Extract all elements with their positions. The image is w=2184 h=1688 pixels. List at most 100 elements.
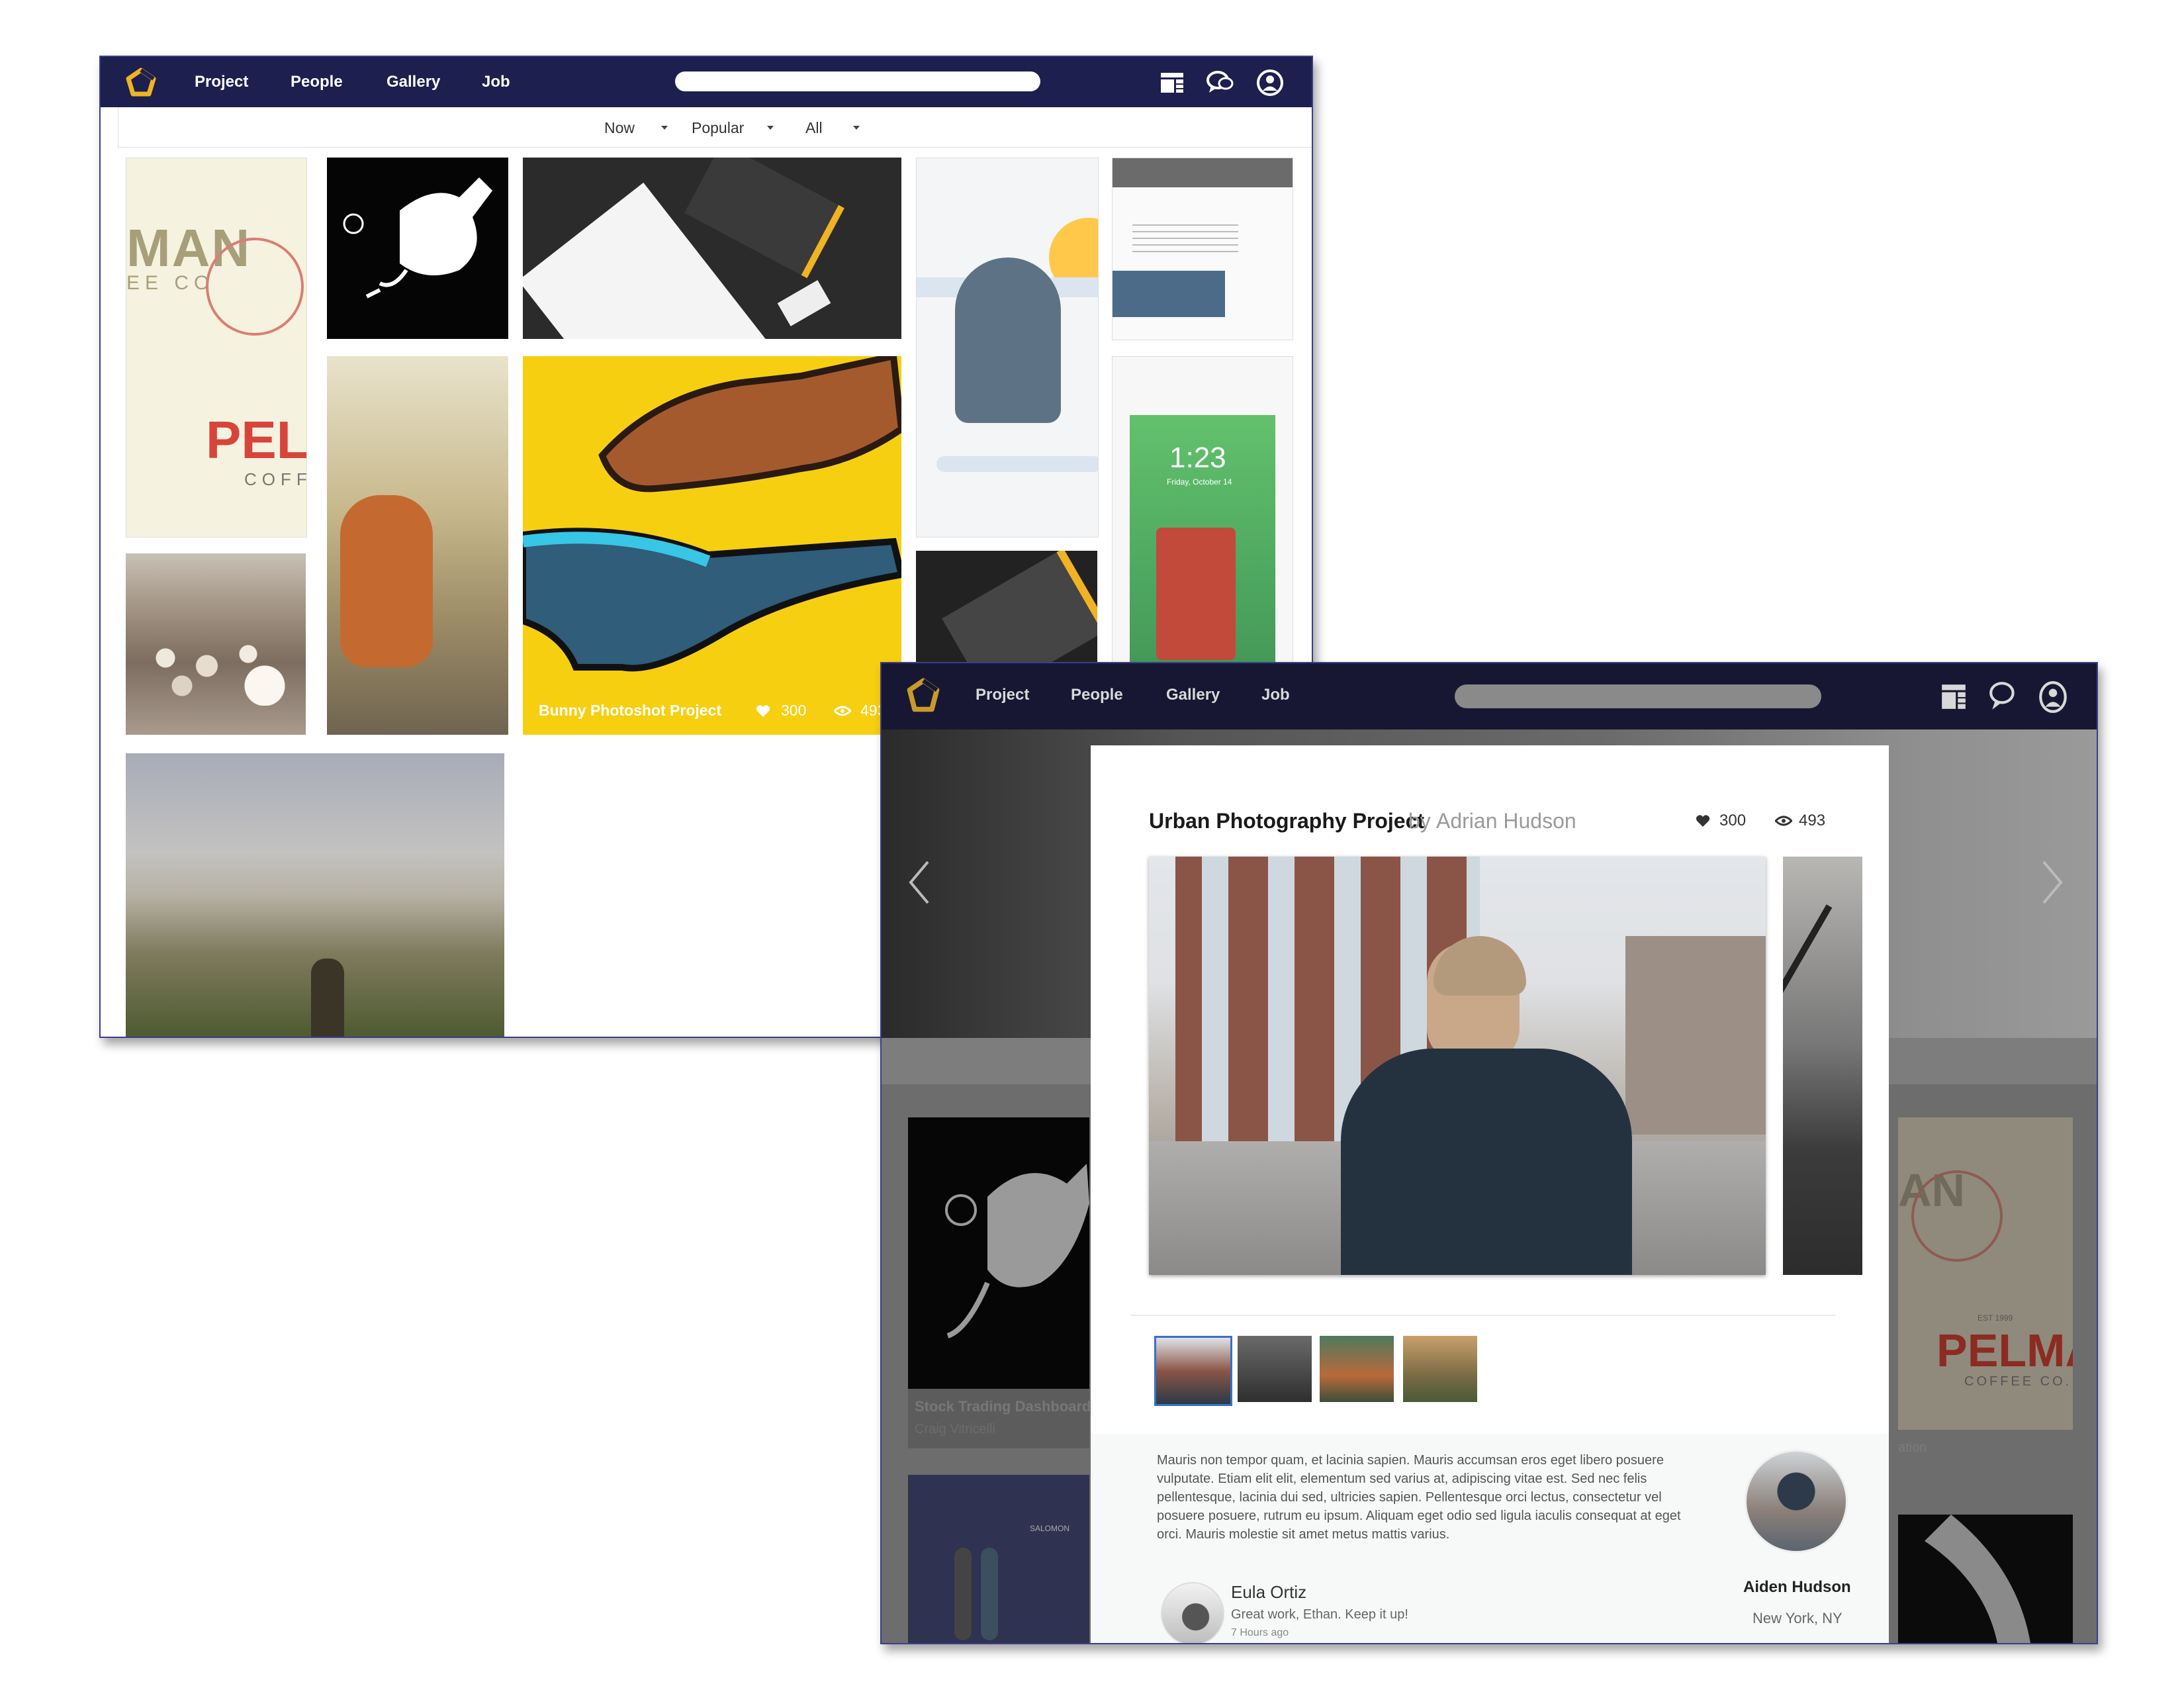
eye-icon — [1775, 816, 1792, 826]
building-right — [1625, 936, 1766, 1135]
treehouse-shape — [1156, 528, 1236, 660]
web-text-lines — [1132, 224, 1238, 258]
nav-people[interactable]: People — [291, 73, 343, 91]
bg-tile-salomon: SALOMON — [908, 1475, 1089, 1643]
bg-right-caption: ation — [1898, 1440, 1927, 1455]
cloud-stripe — [936, 456, 1098, 472]
thumbnail-1[interactable] — [1154, 1336, 1232, 1406]
nav-job[interactable]: Job — [482, 73, 510, 91]
nav-project[interactable]: Project — [976, 686, 1029, 704]
logo-icon[interactable] — [126, 68, 156, 98]
logo-icon[interactable] — [907, 678, 940, 714]
owner-avatar[interactable] — [1745, 1450, 1848, 1553]
filter-popular[interactable]: Popular — [692, 119, 744, 137]
bg-card-title: Stock Trading Dashboard — [915, 1398, 1091, 1415]
ink-hand-illustration — [343, 177, 492, 299]
thumbnail-3[interactable] — [1320, 1336, 1394, 1402]
phone-time: 1:23 — [1169, 442, 1226, 474]
project-title: Urban Photography Project — [1149, 809, 1425, 833]
snowboard — [981, 1548, 998, 1640]
chevron-down-icon[interactable] — [661, 126, 668, 130]
nav-job[interactable]: Job — [1261, 686, 1290, 704]
comment-text: Great work, Ethan. Keep it up! — [1231, 1607, 1408, 1622]
project-detail-window: Project People Gallery Job Stock Trading… — [880, 662, 2098, 1644]
search-input[interactable] — [1455, 684, 1821, 708]
bg-tile-ink-right — [1898, 1515, 2073, 1643]
top-navbar: Project People Gallery Job — [882, 663, 2097, 729]
thumbnail-4[interactable] — [1403, 1336, 1477, 1402]
tile-ghost-illustration[interactable] — [916, 158, 1099, 538]
person-jacket — [1341, 1049, 1632, 1275]
tile-stationery-mockup[interactable] — [523, 158, 901, 339]
user-icon[interactable] — [2038, 680, 2068, 714]
owner-name[interactable]: Aiden Hudson — [1743, 1578, 1851, 1597]
chevron-down-icon[interactable] — [767, 126, 774, 130]
pelma-sub: COFFEE CO. — [1964, 1374, 2072, 1389]
bg-tile-ink-hand — [908, 1117, 1089, 1389]
layout-icon[interactable] — [1940, 682, 1967, 711]
bg-tile-pelma: AN EST 1999 PELMA COFFEE CO. — [1898, 1117, 2073, 1430]
tile-ink-hand[interactable] — [327, 158, 508, 339]
nav-gallery[interactable]: Gallery — [1166, 686, 1220, 704]
next-photo-preview[interactable] — [1783, 857, 1862, 1275]
heart-icon[interactable] — [1696, 814, 1710, 827]
main-project-photo[interactable] — [1149, 857, 1766, 1275]
nav-people[interactable]: People — [1071, 686, 1123, 704]
divider — [1130, 1315, 1836, 1316]
project-author[interactable]: Adrian Hudson — [1436, 809, 1576, 833]
comment-author[interactable]: Eula Ortiz — [1231, 1582, 1306, 1603]
chevron-left-icon[interactable] — [908, 859, 931, 906]
business-card — [777, 280, 831, 326]
shoe-illustration — [523, 356, 901, 672]
project-by: by — [1408, 809, 1431, 833]
heart-icon — [756, 705, 770, 717]
top-navbar: Project People Gallery Job — [101, 57, 1312, 107]
chat-icon[interactable] — [1206, 69, 1235, 95]
tile-web-layout[interactable] — [1112, 158, 1293, 340]
featured-likes: 300 — [781, 702, 807, 719]
filter-now[interactable]: Now — [604, 119, 635, 137]
pelma-seal — [1911, 1170, 2003, 1262]
project-views: 493 — [1799, 812, 1826, 829]
web-photo-block — [1113, 271, 1225, 317]
project-description: Mauris non tempor quam, et lacinia sapie… — [1157, 1453, 1681, 1542]
coffee-brand-sub: COFF — [244, 469, 307, 489]
pelma-est: EST 1999 — [1978, 1313, 2013, 1323]
chevron-down-icon[interactable] — [853, 126, 860, 130]
search-input[interactable] — [675, 71, 1040, 91]
chat-icon[interactable] — [1988, 680, 2019, 712]
comment-time: 7 Hours ago — [1231, 1627, 1289, 1638]
fox-shape — [340, 495, 433, 667]
hiker-figure — [311, 959, 344, 1037]
user-icon[interactable] — [1256, 69, 1284, 97]
web-header-strip — [1113, 158, 1293, 187]
project-likes: 300 — [1719, 812, 1747, 829]
commenter-avatar[interactable] — [1161, 1582, 1224, 1643]
coffee-seal — [206, 238, 304, 336]
nav-project[interactable]: Project — [195, 73, 248, 91]
bg-card-author: Craig Vitricelli — [915, 1422, 995, 1436]
layout-icon[interactable] — [1160, 70, 1185, 95]
chevron-right-icon[interactable] — [2041, 859, 2064, 906]
bg-card-caption: Stock Trading Dashboard Craig Vitricelli — [908, 1389, 1091, 1448]
salomon-label: SALOMON — [1030, 1524, 1070, 1533]
tile-shoe-illustration[interactable]: Bunny Photoshot Project 300 493 — [523, 356, 901, 735]
tile-mountain-photo[interactable] — [126, 753, 504, 1037]
featured-title: Bunny Photoshot Project — [539, 702, 721, 719]
sheep-herd — [132, 626, 298, 706]
tile-sheep-photo[interactable] — [126, 553, 306, 735]
ink-hand-illustration — [1925, 1515, 2030, 1643]
phone-date: Friday, October 14 — [1167, 477, 1232, 487]
tile-fox-photo[interactable] — [327, 356, 508, 735]
owner-location: New York, NY — [1752, 1610, 1843, 1626]
snowboard — [954, 1548, 972, 1640]
eye-icon — [834, 706, 851, 716]
tile-coffee-branding[interactable]: MAN EE CO PELI COFF — [126, 158, 307, 538]
coffee-sub-text: EE CO — [126, 272, 215, 294]
stair-rail — [1783, 904, 1833, 1034]
filter-bar: Now Popular All — [118, 107, 1312, 148]
filter-all[interactable]: All — [805, 119, 823, 137]
thumbnail-2[interactable] — [1238, 1336, 1312, 1402]
ghost-shape — [955, 258, 1061, 423]
nav-gallery[interactable]: Gallery — [387, 73, 440, 91]
